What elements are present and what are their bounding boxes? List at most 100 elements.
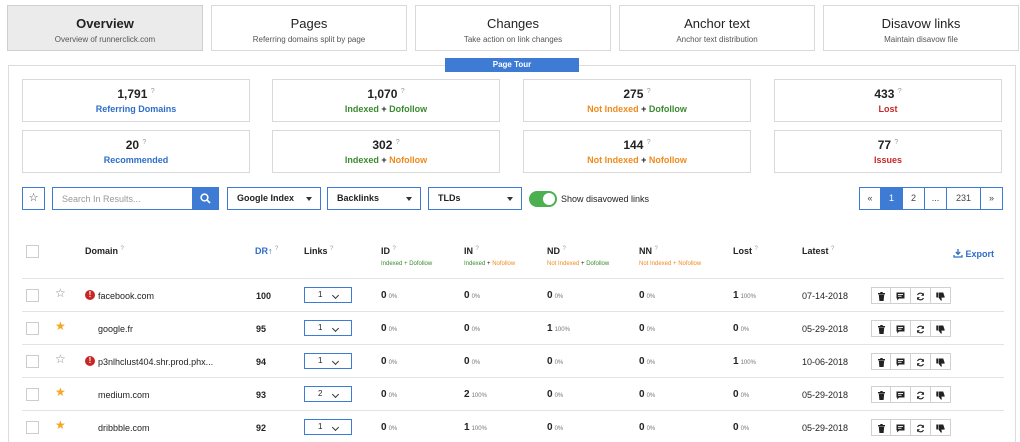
metric-percent: 0% [388,426,398,432]
metric-percent: 0% [740,393,750,399]
search-input[interactable] [52,187,192,210]
col-header-in[interactable]: IN ? Indexed + Nofollow [464,246,515,267]
stat-card-issues[interactable]: 77 ? Issues [774,130,1002,173]
delete-button[interactable] [871,386,891,403]
links-dropdown[interactable]: 1 [304,353,352,369]
info-icon: ? [646,88,651,95]
row-checkbox[interactable] [26,322,39,335]
row-checkbox[interactable] [26,289,39,302]
delete-button[interactable] [871,320,891,337]
row-divider [22,311,1004,312]
favorite-star-icon[interactable]: ★ [55,385,66,399]
recheck-button[interactable] [911,287,931,304]
favorite-star-icon[interactable]: ★ [55,418,66,432]
col-header-nd[interactable]: ND ? Not Indexed + Dofollow [547,246,609,267]
comment-button[interactable] [891,353,911,370]
col-subtitle-a: Not Indexed [547,261,580,267]
delete-button[interactable] [871,287,891,304]
col-header-dr[interactable]: DR↑ ? [255,246,278,256]
pagination-page-last[interactable]: 231 [947,187,981,210]
page-tour-button[interactable]: Page Tour [445,58,579,72]
stat-value: 1,791 ? [23,87,249,101]
sort-arrow-icon: ↑ [268,246,273,256]
recheck-button[interactable] [911,353,931,370]
metric-percent: 0% [471,294,481,300]
comment-button[interactable] [891,320,911,337]
domain-link[interactable]: medium.com [98,390,150,400]
pagination-next[interactable]: » [981,187,1003,210]
links-dropdown[interactable]: 1 [304,419,352,435]
stat-card-indexed-nofollow[interactable]: 302 ? Indexed + Nofollow [272,130,500,173]
backlinks-dropdown[interactable]: Backlinks [327,187,421,210]
col-subtitle-b: Dofollow [586,261,610,267]
recheck-button[interactable] [911,419,931,436]
domain-link[interactable]: google.fr [98,324,133,334]
pagination-prev[interactable]: « [859,187,881,210]
show-disavowed-toggle[interactable] [529,191,557,207]
recheck-button[interactable] [911,320,931,337]
col-header-id[interactable]: ID ? Indexed + Dofollow [381,246,432,267]
favorites-filter-button[interactable]: ☆ [22,187,45,210]
tab-pages[interactable]: Pages Referring domains split by page [211,5,407,51]
google-index-dropdown[interactable]: Google Index [227,187,321,210]
domain-link[interactable]: facebook.com [98,291,154,301]
pagination-page-1[interactable]: 1 [881,187,903,210]
row-checkbox[interactable] [26,355,39,368]
links-dropdown[interactable]: 2 [304,386,352,402]
col-header-lost[interactable]: Lost ? [733,246,758,256]
disavow-button[interactable] [931,320,951,337]
links-dropdown[interactable]: 1 [304,320,352,336]
stat-card-lost[interactable]: 433 ? Lost [774,79,1002,122]
tab-disavow-links[interactable]: Disavow links Maintain disavow file [823,5,1019,51]
comment-button[interactable] [891,419,911,436]
table-row[interactable]: ☆ ! facebook.com 100 1 0 0% 0 0% 0 0% 0 0% 1… [22,280,1004,313]
recheck-button[interactable] [911,386,931,403]
comment-button[interactable] [891,287,911,304]
favorite-star-icon[interactable]: ☆ [55,352,66,366]
col-header-domain[interactable]: Domain ? [85,246,124,256]
stat-value: 1,070 ? [273,87,499,101]
stat-card-notindexed-dofollow[interactable]: 275 ? Not Indexed + Dofollow [523,79,751,122]
disavow-button[interactable] [931,386,951,403]
stat-card-recommended[interactable]: 20 ? Recommended [22,130,250,173]
delete-button[interactable] [871,353,891,370]
table-row[interactable]: ★ google.fr 95 1 0 0% 0 0% 1 100% 0 0% 0 0% 0… [22,313,1004,346]
links-dropdown[interactable]: 1 [304,287,352,303]
metric-percent: 0% [471,327,481,333]
col-header-nn[interactable]: NN ? Not Indexed + Nofollow [639,246,701,267]
nd-value: 0 0% [547,356,563,367]
info-icon: ? [150,88,155,95]
col-title: NN [639,246,652,256]
favorite-star-icon[interactable]: ☆ [55,286,66,300]
table-row[interactable]: ★ medium.com 93 2 0 0% 2 100% 0 0% 0 0% 0 0% … [22,379,1004,412]
row-checkbox[interactable] [26,421,39,434]
tab-changes[interactable]: Changes Take action on link changes [415,5,611,51]
stat-card-indexed-dofollow[interactable]: 1,070 ? Indexed + Dofollow [272,79,500,122]
col-header-links[interactable]: Links ? [304,246,333,256]
row-checkbox[interactable] [26,388,39,401]
delete-button[interactable] [871,419,891,436]
disavow-button[interactable] [931,353,951,370]
trash-icon [877,358,885,367]
table-row[interactable]: ★ dribbble.com 92 1 0 0% 1 100% 0 0% 0 0% 00… [22,412,1004,442]
col-header-latest[interactable]: Latest ? [802,246,834,256]
nn-value: 0 0% [639,389,655,400]
table-row[interactable]: ☆ ! p3nlhclust404.shr.prod.phx... 94 1 0… [22,346,1004,379]
metric-count: 0 [547,290,553,301]
export-button[interactable]: Export [953,248,994,259]
tlds-dropdown[interactable]: TLDs [428,187,522,210]
domain-link[interactable]: p3nlhclust404.shr.prod.phx... [98,357,213,367]
search-button[interactable] [192,187,219,210]
favorite-star-icon[interactable]: ★ [55,319,66,333]
stat-card-notindexed-nofollow[interactable]: 144 ? Not Indexed + Nofollow [523,130,751,173]
disavow-button[interactable] [931,287,951,304]
stat-card-referring-domains[interactable]: 1,791 ? Referring Domains [22,79,250,122]
comment-button[interactable] [891,386,911,403]
tab-anchor-text[interactable]: Anchor text Anchor text distribution [619,5,815,51]
pagination-page-2[interactable]: 2 [903,187,925,210]
metric-count: 0 [464,356,470,367]
tab-overview[interactable]: Overview Overview of runnerclick.com [7,5,203,51]
select-all-checkbox[interactable] [26,245,39,258]
domain-link[interactable]: dribbble.com [98,423,150,433]
disavow-button[interactable] [931,419,951,436]
